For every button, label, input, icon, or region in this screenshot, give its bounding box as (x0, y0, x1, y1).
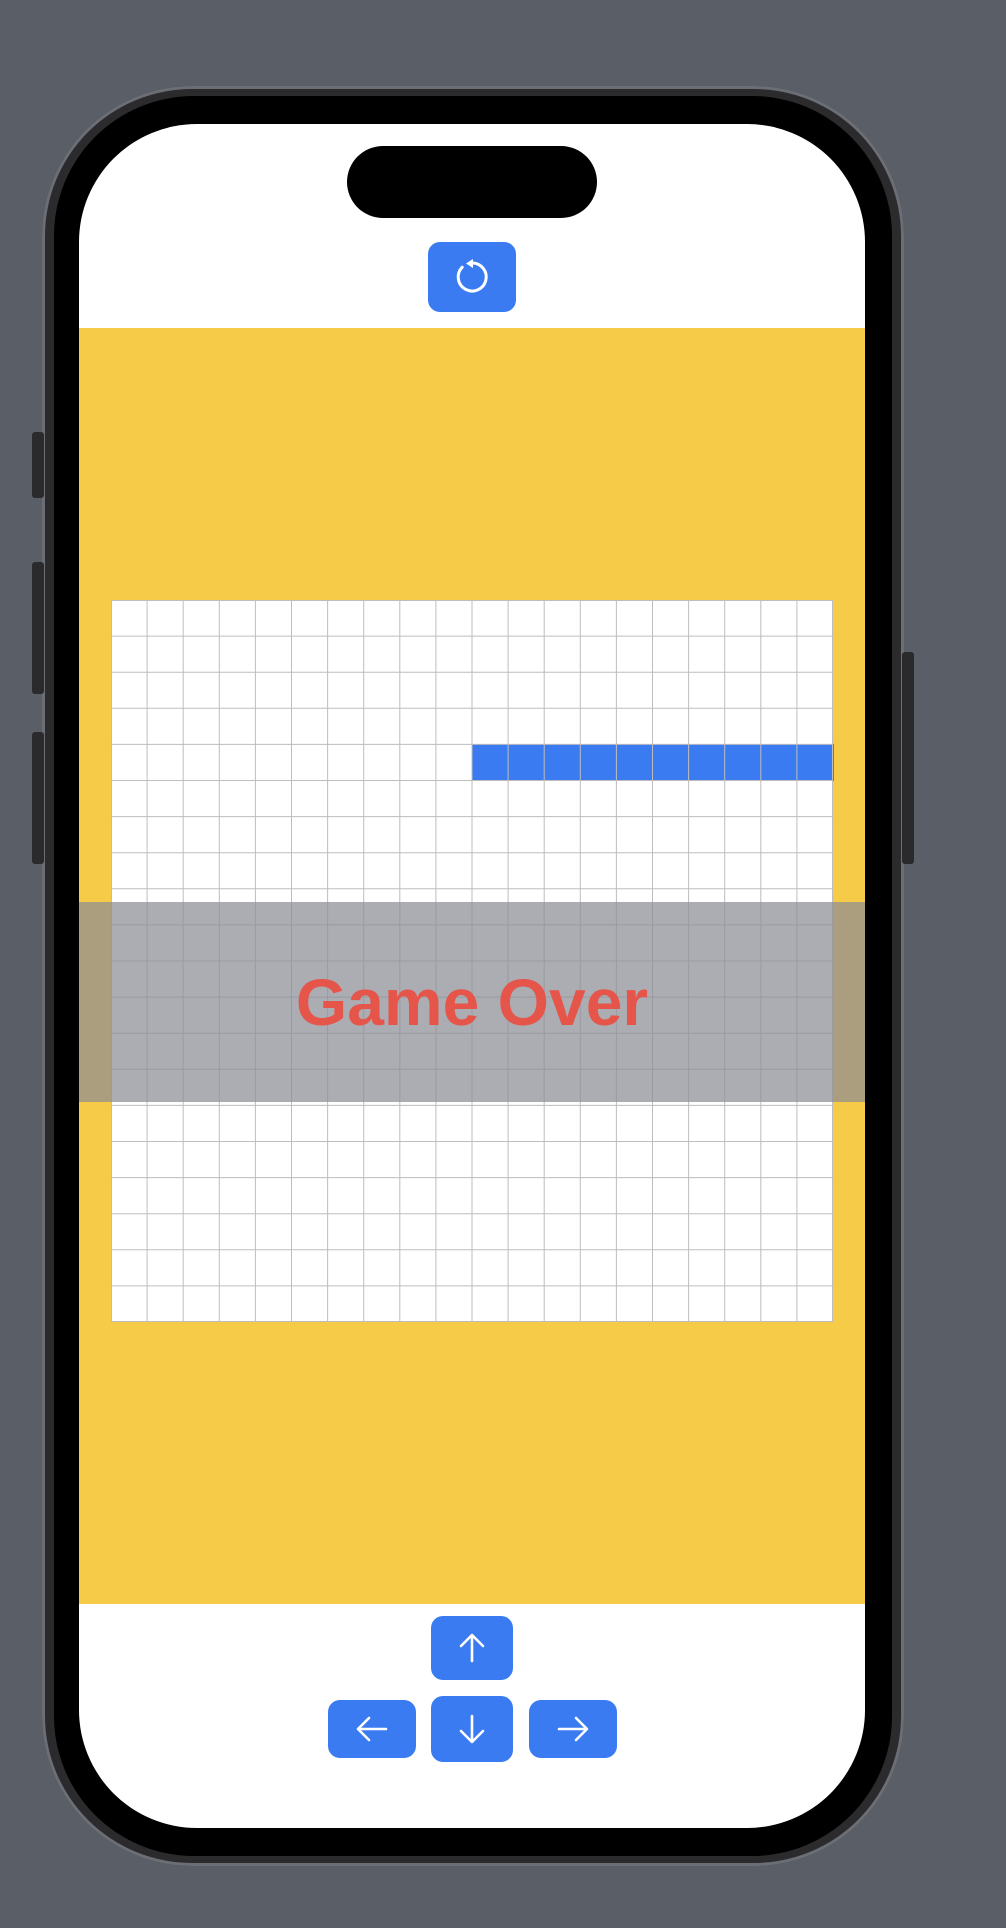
game-area: Game Over (79, 328, 865, 1604)
right-button[interactable] (529, 1700, 617, 1758)
arrow-up-icon (455, 1631, 489, 1665)
left-button[interactable] (328, 1700, 416, 1758)
restart-icon (452, 257, 492, 297)
down-button[interactable] (431, 1696, 513, 1762)
arrow-right-icon (555, 1712, 591, 1746)
volume-up-button (32, 562, 44, 694)
game-over-message: Game Over (295, 965, 649, 1039)
up-button[interactable] (431, 1616, 513, 1680)
power-button (902, 652, 914, 864)
restart-button[interactable] (428, 242, 516, 312)
arrow-down-icon (455, 1712, 489, 1746)
dynamic-island (347, 146, 597, 218)
action-button (32, 432, 44, 498)
volume-down-button (32, 732, 44, 864)
arrow-left-icon (354, 1712, 390, 1746)
app-screen: Game Over (79, 124, 865, 1828)
game-over-overlay: Game Over (79, 902, 865, 1102)
